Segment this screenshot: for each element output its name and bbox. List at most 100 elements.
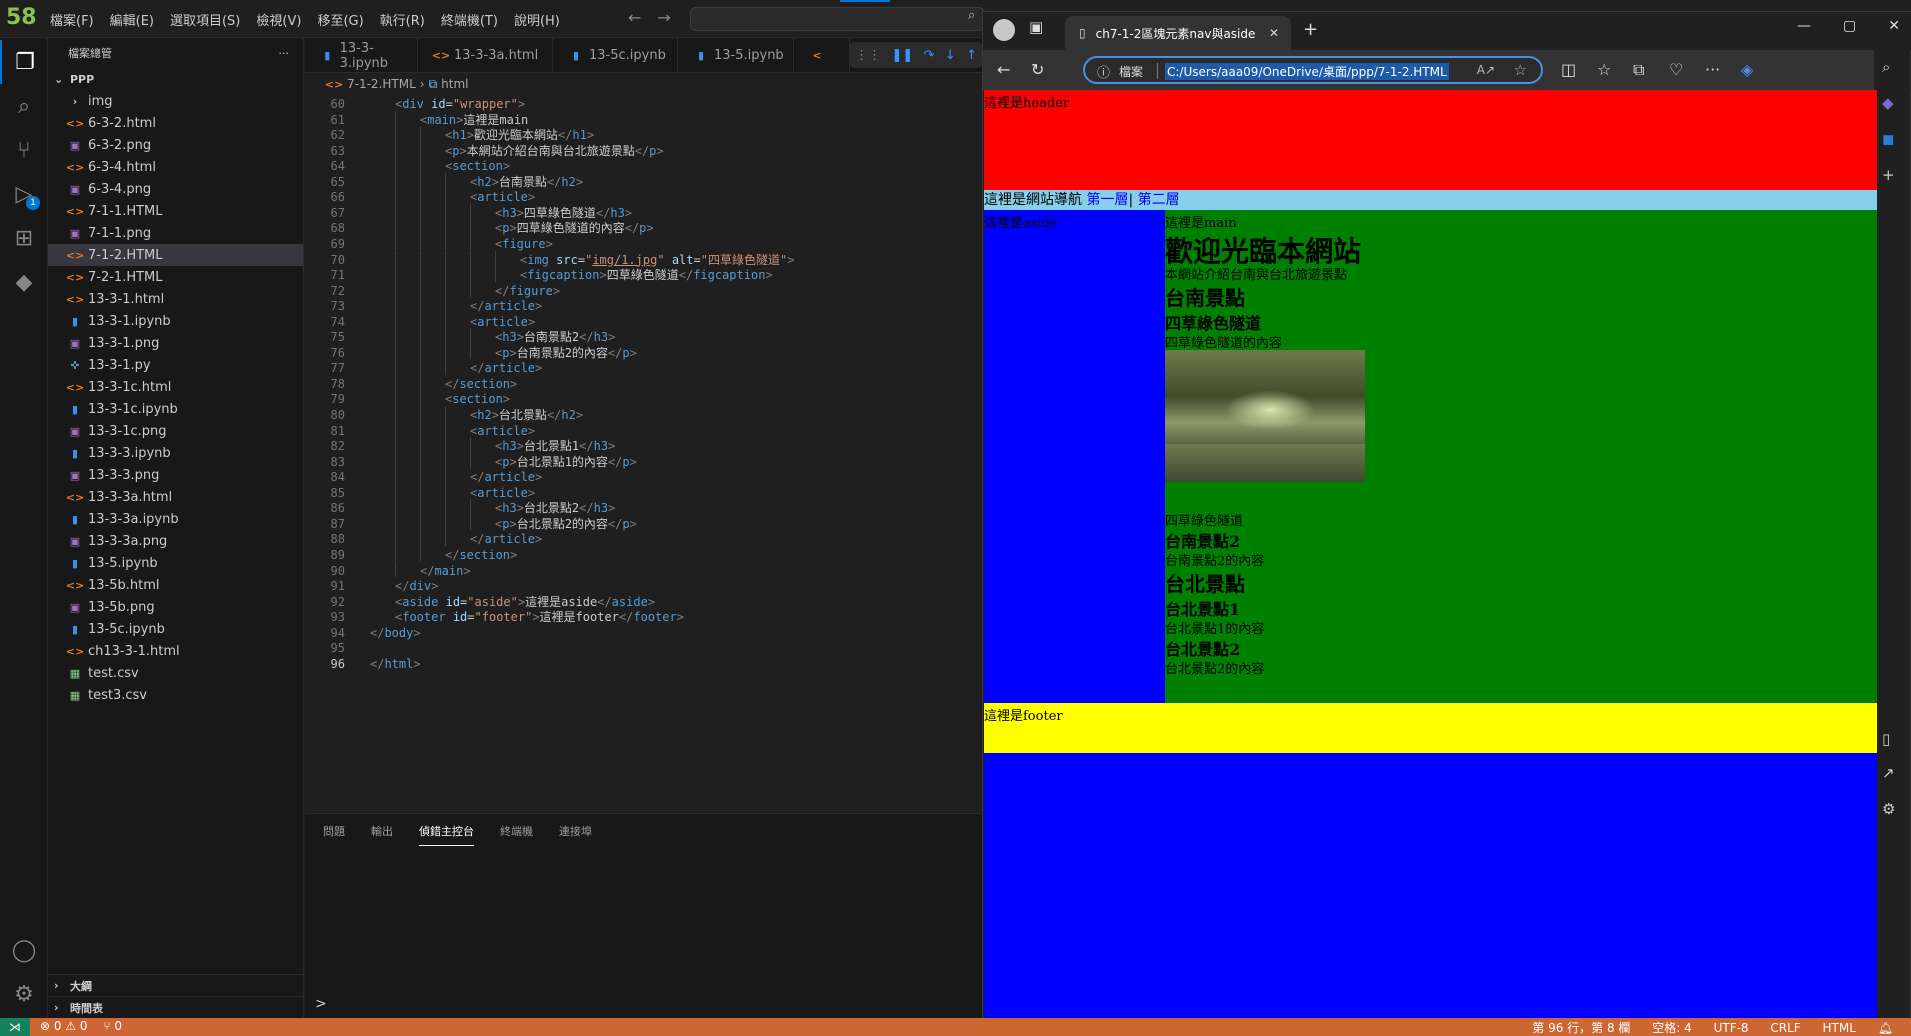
file-item[interactable]: ✜ 13-3-1.py: [48, 354, 303, 376]
split-screen-icon[interactable]: ◫: [1561, 60, 1576, 79]
file-item[interactable]: <> 7-1-1.HTML: [48, 200, 303, 222]
menu-item[interactable]: 執行(R): [372, 10, 433, 29]
menu-item[interactable]: 編輯(E): [102, 10, 162, 29]
browser-essentials-icon[interactable]: ♡: [1669, 60, 1683, 79]
panel-tab[interactable]: 終端機: [500, 817, 533, 845]
address-bar[interactable]: ⓘ 檔案 C:/Users/aaa09/OneDrive/桌面/ppp/7-1-…: [1083, 56, 1543, 84]
settings-gear-icon[interactable]: ⚙: [1882, 800, 1895, 818]
info-icon[interactable]: ⓘ: [1097, 62, 1110, 81]
more-menu-icon[interactable]: ···: [1705, 60, 1720, 79]
favorite-star-icon[interactable]: ☆: [1514, 61, 1527, 79]
panel-tab[interactable]: 偵錯主控台: [419, 817, 474, 846]
file-item[interactable]: <> 6-3-4.html: [48, 156, 303, 178]
file-item[interactable]: ▣ 13-3-1.png: [48, 332, 303, 354]
file-item[interactable]: <> ch13-3-1.html: [48, 640, 303, 662]
drag-handle-icon[interactable]: ⋮⋮: [855, 48, 881, 63]
file-item[interactable]: ▣ 13-3-3.png: [48, 464, 303, 486]
explorer-icon[interactable]: ❐: [0, 40, 48, 84]
nav-link-first[interactable]: 第一層: [1086, 192, 1128, 208]
read-aloud-icon[interactable]: A↗: [1477, 63, 1495, 77]
cursor-position[interactable]: 第 96 行，第 8 欄: [1532, 1021, 1630, 1035]
back-arrow-icon[interactable]: ←: [628, 8, 641, 27]
sidebar-toggle-icon[interactable]: ▯: [1882, 730, 1890, 748]
editor-tab[interactable]: ▮ 13-5.ipynb: [678, 38, 794, 72]
file-item[interactable]: ▮ 13-5.ipynb: [48, 552, 303, 574]
step-out-icon[interactable]: ↑: [966, 48, 977, 63]
nav-link-second[interactable]: 第二層: [1138, 192, 1180, 208]
menu-item[interactable]: 檔案(F): [42, 10, 102, 29]
command-center-search[interactable]: [690, 7, 985, 31]
extensions-icon[interactable]: ⊞: [0, 216, 48, 260]
file-item[interactable]: <> 7-1-2.HTML: [48, 244, 303, 266]
minimize-icon[interactable]: —: [1797, 18, 1811, 34]
breadcrumb-file[interactable]: 7-1-2.HTML: [347, 77, 416, 91]
ports-status[interactable]: ⑂ 0: [103, 1019, 122, 1033]
file-item[interactable]: ▣ 13-3-1c.png: [48, 420, 303, 442]
search-icon[interactable]: ⌕: [1882, 58, 1890, 76]
language-mode[interactable]: HTML: [1823, 1021, 1856, 1035]
editor-tab[interactable]: ▮ 13-5c.ipynb: [553, 38, 678, 72]
editor-tab[interactable]: ▮ 13-3-3.ipynb: [305, 38, 418, 72]
search-icon[interactable]: ⌕: [0, 84, 48, 128]
editor-tab[interactable]: <> 13-3-3a.html: [418, 38, 553, 72]
file-item[interactable]: ▣ 13-5b.png: [48, 596, 303, 618]
file-item[interactable]: ▮ 13-5c.ipynb: [48, 618, 303, 640]
menu-item[interactable]: 移至(G): [309, 10, 371, 29]
file-item[interactable]: ▣ 6-3-4.png: [48, 178, 303, 200]
shopping-icon[interactable]: ◆: [1882, 94, 1894, 112]
more-actions-icon[interactable]: ···: [279, 47, 290, 60]
step-into-icon[interactable]: ↓: [945, 48, 956, 63]
panel-tab[interactable]: 連接埠: [559, 817, 592, 845]
settings-gear-icon[interactable]: ⚙: [0, 972, 48, 1016]
file-item[interactable]: <> 13-3-1.html: [48, 288, 303, 310]
encoding[interactable]: UTF-8: [1714, 1021, 1749, 1035]
breadcrumb-node[interactable]: html: [441, 77, 468, 91]
new-tab-icon[interactable]: +: [1303, 19, 1318, 40]
profile-avatar[interactable]: [993, 19, 1015, 41]
back-icon[interactable]: ←: [997, 60, 1010, 79]
problems-status[interactable]: ⊗ 0 ⚠ 0: [40, 1019, 88, 1033]
pause-icon[interactable]: ❚❚: [891, 48, 913, 63]
file-item[interactable]: ▮ 13-3-1c.ipynb: [48, 398, 303, 420]
address-url[interactable]: C:/Users/aaa09/OneDrive/桌面/ppp/7-1-2.HTM…: [1165, 63, 1449, 80]
menu-item[interactable]: 終端機(T): [433, 10, 506, 29]
code-editor[interactable]: 60 <div id="wrapper"> 61 <main>這裡是main 62 <h1…: [305, 95, 982, 835]
external-link-icon[interactable]: ↗: [1882, 764, 1895, 782]
file-item[interactable]: ▦ test3.csv: [48, 684, 303, 706]
panel-tab[interactable]: 問題: [323, 817, 345, 845]
file-item[interactable]: ▦ test.csv: [48, 662, 303, 684]
menu-item[interactable]: 檢視(V): [248, 10, 309, 29]
folder-item[interactable]: › img: [48, 90, 303, 112]
notifications-bell-icon[interactable]: 🔔︎: [1878, 1021, 1893, 1035]
step-over-icon[interactable]: ↷: [924, 48, 935, 63]
timeline-section[interactable]: › 時間表: [48, 996, 304, 1018]
remote-indicator-icon[interactable]: ⋊: [0, 1018, 30, 1036]
outlook-icon[interactable]: ◼: [1882, 130, 1894, 148]
close-window-icon[interactable]: ✕: [1888, 18, 1900, 34]
panel-tab[interactable]: 輸出: [371, 817, 393, 845]
end-of-line[interactable]: CRLF: [1770, 1021, 1800, 1035]
file-item[interactable]: <> 7-2-1.HTML: [48, 266, 303, 288]
indentation[interactable]: 空格: 4: [1652, 1021, 1692, 1035]
file-item[interactable]: <> 6-3-2.html: [48, 112, 303, 134]
maximize-icon[interactable]: ▢: [1843, 18, 1856, 34]
close-tab-icon[interactable]: ✕: [1269, 26, 1279, 40]
run-debug-icon[interactable]: ▷ 1: [0, 172, 48, 216]
outline-section[interactable]: › 大綱: [48, 974, 304, 996]
file-item[interactable]: <> 13-5b.html: [48, 574, 303, 596]
python-icon[interactable]: ◆: [0, 260, 48, 304]
tab-actions-icon[interactable]: ▣: [1029, 18, 1043, 36]
copilot-icon[interactable]: ◈: [1741, 60, 1753, 79]
editor-tab-overflow[interactable]: <: [794, 38, 850, 72]
forward-arrow-icon[interactable]: →: [657, 8, 670, 27]
file-item[interactable]: <> 13-3-1c.html: [48, 376, 303, 398]
menu-item[interactable]: 說明(H): [506, 10, 568, 29]
browser-tab-active[interactable]: ▯ ch7-1-2區塊元素nav與aside ✕: [1065, 16, 1291, 50]
account-icon[interactable]: ◯: [0, 928, 48, 972]
add-sidebar-icon[interactable]: +: [1882, 166, 1895, 184]
file-item[interactable]: ▮ 13-3-3.ipynb: [48, 442, 303, 464]
refresh-icon[interactable]: ↻: [1031, 60, 1044, 79]
file-item[interactable]: ▣ 6-3-2.png: [48, 134, 303, 156]
file-item[interactable]: ▮ 13-3-1.ipynb: [48, 310, 303, 332]
workspace-folder[interactable]: ⌄ PPP: [48, 68, 303, 90]
